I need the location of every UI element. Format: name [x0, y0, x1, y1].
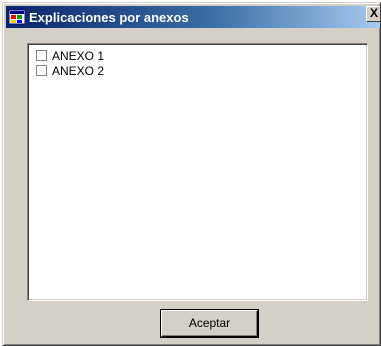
- app-window-icon[interactable]: [9, 9, 25, 25]
- window-title: Explicaciones por anexos: [29, 9, 189, 25]
- annex-checked-list[interactable]: ANEXO 1 ANEXO 2: [27, 43, 368, 301]
- checkbox-anexo-2[interactable]: [36, 65, 47, 76]
- accept-button[interactable]: Aceptar: [160, 309, 259, 338]
- list-item-label: ANEXO 1: [52, 48, 105, 63]
- title-bar[interactable]: Explicaciones por anexos: [6, 6, 380, 28]
- list-item-anexo-1[interactable]: ANEXO 1: [36, 48, 367, 63]
- list-item-label: ANEXO 2: [52, 63, 105, 78]
- list-item-anexo-2[interactable]: ANEXO 2: [36, 63, 367, 78]
- dialog-window: Explicaciones por anexos X ANEXO 1 ANEXO…: [2, 2, 381, 346]
- checkbox-anexo-1[interactable]: [36, 50, 47, 61]
- close-button[interactable]: X: [366, 6, 380, 22]
